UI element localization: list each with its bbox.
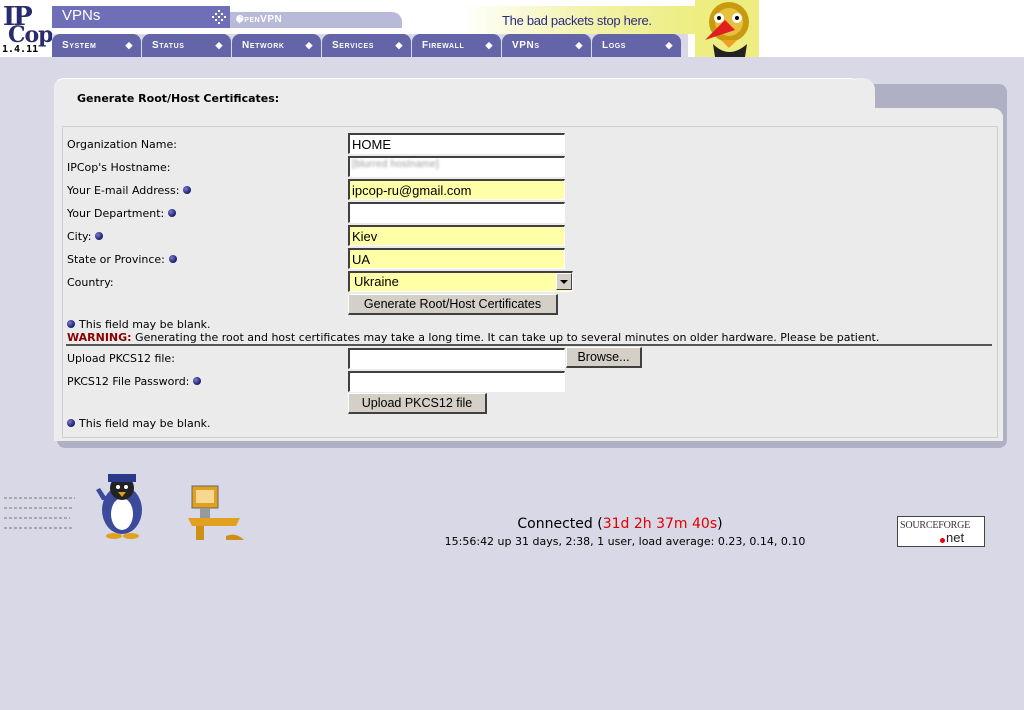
dropdown-arrow-icon[interactable] bbox=[556, 273, 572, 290]
menu-arrow-icon: ◆ bbox=[305, 40, 313, 50]
upload-file-input[interactable] bbox=[348, 348, 565, 369]
pkcs-password-label: PKCS12 File Password: bbox=[67, 375, 202, 388]
hostname-label-text: IPCop's Hostname: bbox=[67, 161, 171, 174]
warning-prefix: WARNING: bbox=[67, 331, 132, 344]
pkcs-password-label-text: PKCS12 File Password: bbox=[67, 375, 190, 388]
menu-arrow-icon: ◆ bbox=[395, 40, 403, 50]
department-label: Your Department: bbox=[67, 207, 177, 220]
optional-bullet-icon bbox=[183, 186, 192, 194]
org-name-label-text: Organization Name: bbox=[67, 138, 177, 151]
divider bbox=[66, 344, 992, 346]
hostname-label: IPCop's Hostname: bbox=[67, 161, 170, 174]
menu-arrow-icon: ◆ bbox=[485, 40, 493, 50]
menu-arrow-icon: ◆ bbox=[575, 40, 583, 50]
menu-arrow-icon: ◆ bbox=[125, 40, 133, 50]
tab-openvpn[interactable]: OpenVPN ◆ bbox=[230, 12, 402, 28]
section-title: VPNs bbox=[52, 6, 230, 28]
penguin-police-illustration-icon bbox=[4, 474, 244, 540]
menu-status[interactable]: Status ◆ bbox=[142, 34, 231, 57]
email-input[interactable] bbox=[348, 179, 565, 200]
sourceforge-logo[interactable]: SOURCEFORGE net bbox=[897, 516, 985, 547]
org-name-label: Organization Name: bbox=[67, 138, 177, 151]
state-label: State or Province: bbox=[67, 253, 177, 266]
country-label-text: Country: bbox=[67, 276, 114, 289]
optional-bullet-icon bbox=[67, 320, 75, 328]
email-label-text: Your E-mail Address: bbox=[67, 184, 180, 197]
menu-network[interactable]: Network ◆ bbox=[232, 34, 321, 57]
upload-pkcs12-button[interactable]: Upload PKCS12 file bbox=[348, 393, 487, 414]
upload-label: Upload PKCS12 file: bbox=[67, 352, 175, 365]
city-label: City: bbox=[67, 230, 104, 243]
department-label-text: Your Department: bbox=[67, 207, 165, 220]
connection-status: Connected (31d 2h 37m 40s) bbox=[0, 516, 1024, 532]
connected-label: Connected ( bbox=[517, 516, 603, 532]
hostname-input[interactable]: [blurred hostname] bbox=[348, 156, 565, 177]
menu-firewall-label: Firewall bbox=[422, 40, 465, 51]
menu-services[interactable]: Services ◆ bbox=[322, 34, 411, 57]
optional-bullet-icon bbox=[193, 377, 202, 385]
hostname-value: [blurred hostname] bbox=[352, 159, 439, 170]
email-label: Your E-mail Address: bbox=[67, 184, 192, 197]
tagline-banner: The bad packets stop here. bbox=[402, 6, 698, 34]
browse-button[interactable]: Browse... bbox=[566, 347, 642, 368]
department-input[interactable] bbox=[348, 202, 565, 223]
menu-firewall[interactable]: Firewall ◆ bbox=[412, 34, 501, 57]
menu-system-label: System bbox=[62, 40, 97, 51]
police-badge-mascot-icon bbox=[695, 0, 759, 57]
country-label: Country: bbox=[67, 276, 114, 289]
upload-label-text: Upload PKCS12 file: bbox=[67, 352, 175, 365]
menu-status-label: Status bbox=[152, 40, 185, 51]
state-label-text: State or Province: bbox=[67, 253, 165, 266]
menu-arrow-icon: ◆ bbox=[665, 40, 673, 50]
menu-services-label: Services bbox=[332, 40, 375, 51]
warning-text: Generating the root and host certificate… bbox=[131, 331, 880, 344]
optional-bullet-icon bbox=[168, 209, 177, 217]
blank-note-2-text: This field may be blank. bbox=[79, 417, 211, 430]
menu-system[interactable]: System ◆ bbox=[52, 34, 141, 57]
connected-close: ) bbox=[717, 516, 723, 532]
ipcop-logo[interactable]: IP Cop 1.4.11 bbox=[0, 0, 54, 57]
warning-message: WARNING: Generating the root and host ce… bbox=[67, 331, 879, 344]
tagline-text: The bad packets stop here. bbox=[502, 13, 652, 28]
menu-logs-label: Logs bbox=[602, 40, 627, 51]
uptime-text: 15:56:42 up 31 days, 2:38, 1 user, load … bbox=[444, 535, 806, 548]
generate-certificates-button[interactable]: Generate Root/Host Certificates bbox=[348, 294, 558, 315]
optional-bullet-icon bbox=[168, 255, 177, 263]
pkcs-password-input[interactable] bbox=[348, 371, 565, 392]
blank-note-text: This field may be blank. bbox=[79, 318, 211, 331]
blank-note: This field may be blank. bbox=[67, 318, 211, 331]
menu-vpns-label: VPNs bbox=[512, 40, 540, 51]
diamond-dots-icon bbox=[212, 10, 226, 24]
menu-arrow-icon: ◆ bbox=[215, 40, 223, 50]
menu-network-label: Network bbox=[242, 40, 285, 51]
country-select[interactable]: Ukraine bbox=[348, 271, 573, 292]
version-label: 1.4.11 bbox=[2, 44, 39, 55]
sourceforge-dot-icon bbox=[940, 538, 945, 543]
section-title-text: VPNs bbox=[62, 7, 101, 24]
main-menu: System ◆ Status ◆ Network ◆ Services ◆ F… bbox=[52, 34, 688, 57]
org-name-input[interactable] bbox=[348, 133, 565, 154]
menu-logs[interactable]: Logs ◆ bbox=[592, 34, 681, 57]
small-diamond-icon: ◆ bbox=[236, 14, 244, 24]
sourceforge-net-text: net bbox=[946, 530, 965, 545]
blank-note-2: This field may be blank. bbox=[67, 417, 211, 430]
city-label-text: City: bbox=[67, 230, 92, 243]
optional-bullet-icon bbox=[95, 232, 104, 240]
country-select-value: Ukraine bbox=[354, 274, 399, 289]
panel-tab-curve bbox=[855, 78, 875, 110]
connected-time: 31d 2h 37m 40s bbox=[602, 516, 718, 532]
optional-bullet-icon bbox=[67, 419, 75, 427]
menu-vpns[interactable]: VPNs ◆ bbox=[502, 34, 591, 57]
city-input[interactable] bbox=[348, 225, 565, 246]
panel-title: Generate Root/Host Certificates: bbox=[77, 92, 280, 105]
state-input[interactable] bbox=[348, 248, 565, 269]
